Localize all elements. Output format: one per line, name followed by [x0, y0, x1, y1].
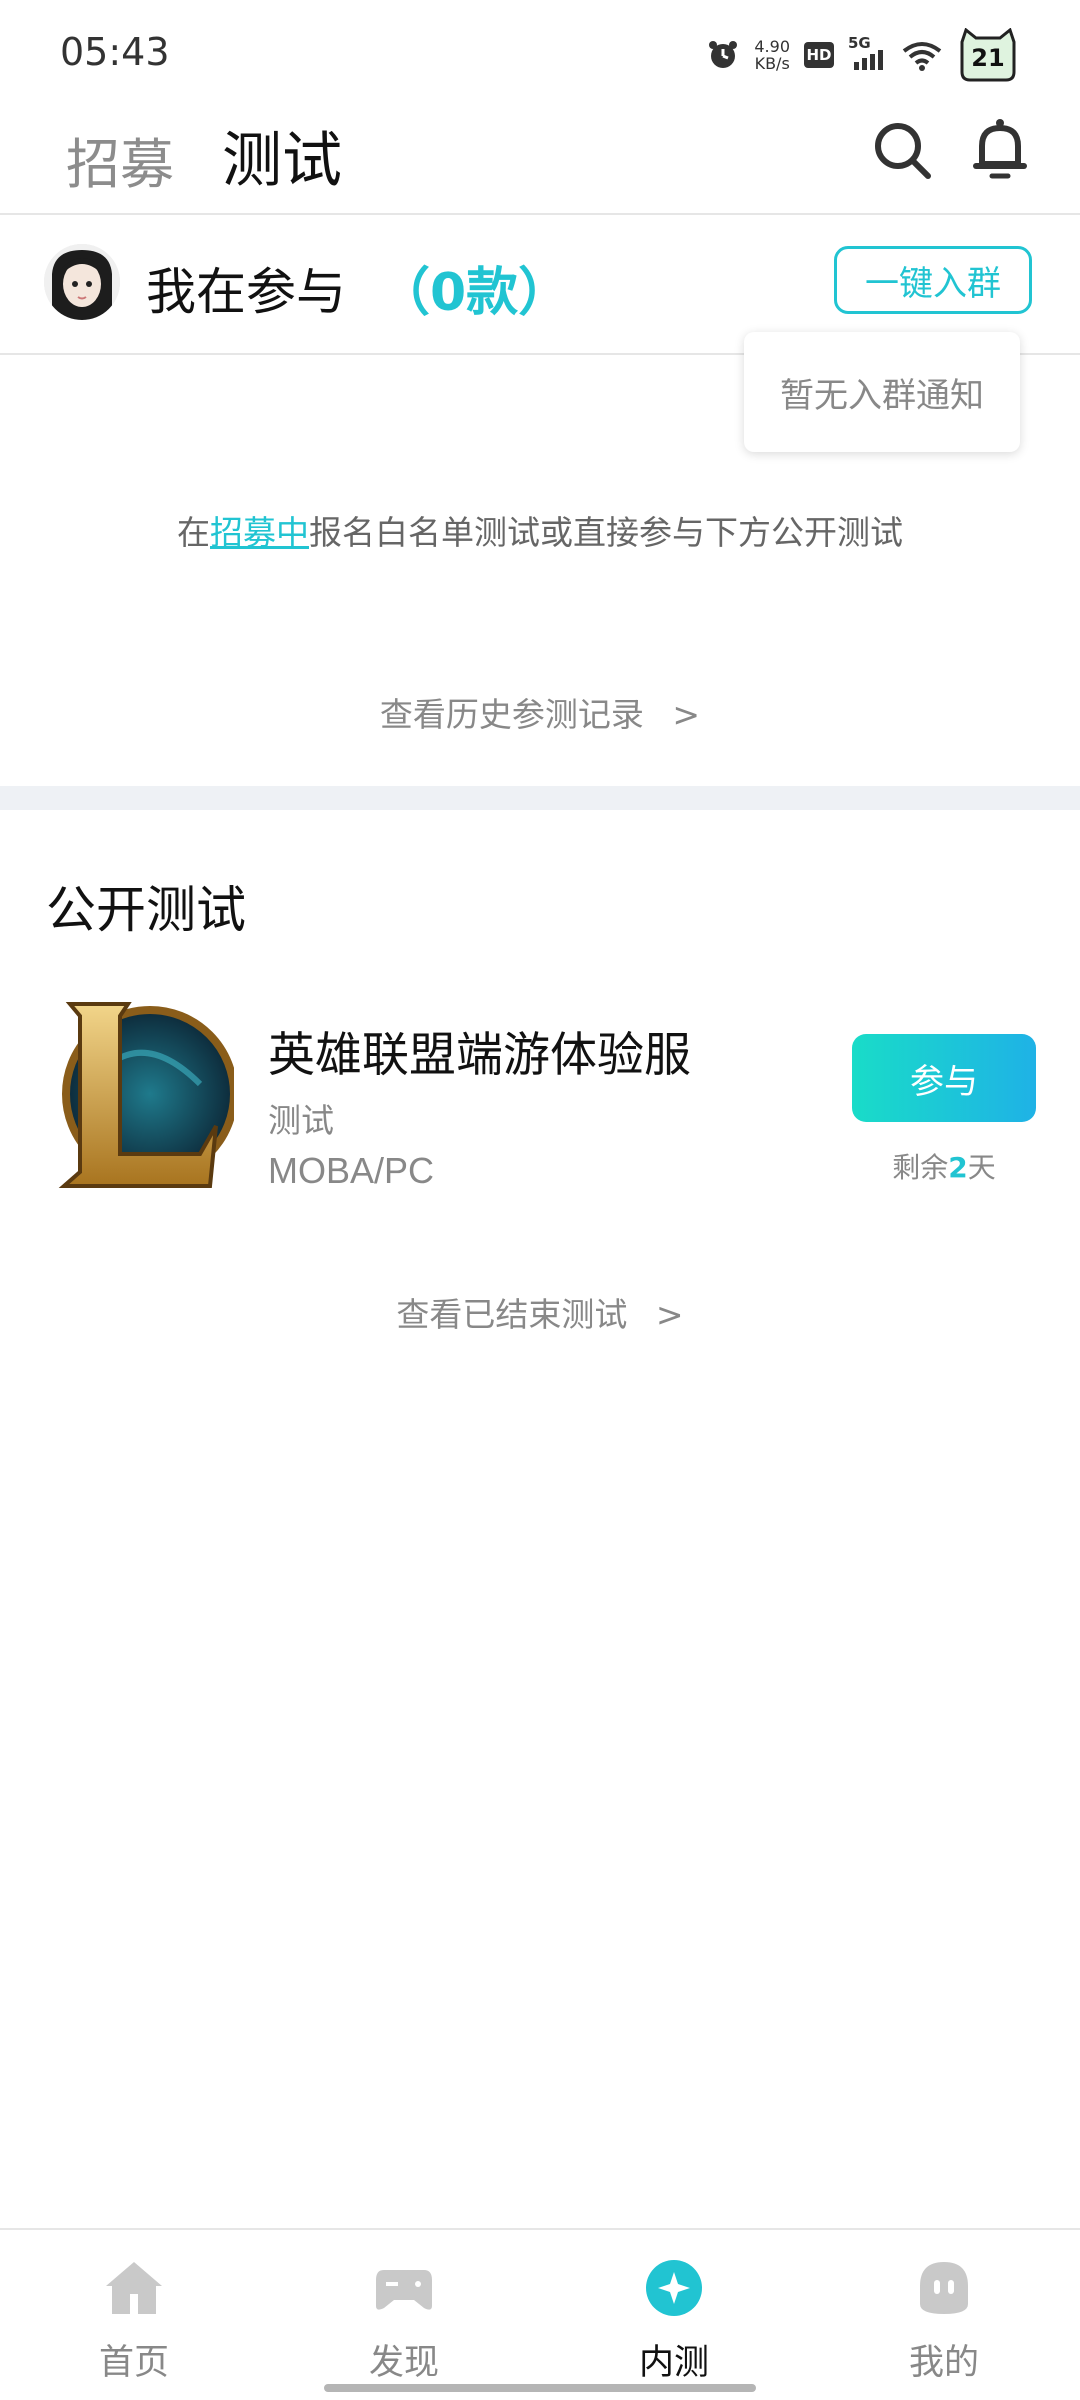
- nav-label-beta: 内测: [638, 2343, 709, 2383]
- tab-recruit[interactable]: 招募: [66, 120, 174, 199]
- speed-value: 4.90: [754, 37, 790, 56]
- network-type: 5G: [848, 34, 871, 52]
- hint-prefix: 在: [177, 513, 210, 552]
- nav-item-profile[interactable]: 我的: [864, 2256, 1024, 2385]
- status-time: 05:43: [60, 30, 170, 74]
- game-name[interactable]: 英雄联盟端游体验服: [268, 1016, 691, 1085]
- battery-level: 21: [971, 44, 1005, 72]
- bottom-nav-divider: [0, 2228, 1080, 2230]
- avatar-image: [44, 244, 120, 320]
- empty-hint: 在招募中报名白名单测试或直接参与下方公开测试: [0, 506, 1080, 554]
- league-of-legends-logo-icon[interactable]: [50, 994, 234, 1194]
- nav-label-discover: 发现: [368, 2343, 439, 2383]
- game-tag: 测试: [268, 1101, 334, 1140]
- section-separator: [0, 786, 1080, 810]
- beta-test-icon: [646, 2260, 702, 2316]
- remaining-prefix: 剩余: [892, 1151, 949, 1184]
- alarm-icon: [709, 41, 738, 68]
- nav-label-profile: 我的: [908, 2343, 979, 2383]
- profile-icon: [920, 2262, 968, 2314]
- bell-icon[interactable]: [968, 116, 1032, 180]
- header-divider: [0, 213, 1080, 215]
- ended-tests-link[interactable]: 查看已结束测试 >: [0, 1288, 1080, 1336]
- nav-item-discover[interactable]: 发现: [324, 2256, 484, 2385]
- home-icon: [106, 2262, 162, 2314]
- game-category: MOBA/PC: [268, 1150, 435, 1191]
- nav-item-home[interactable]: 首页: [54, 2256, 214, 2385]
- network-speed: 4.90 KB/s: [754, 38, 790, 72]
- avatar[interactable]: [44, 244, 120, 320]
- nav-item-beta[interactable]: 内测: [594, 2256, 754, 2385]
- chevron-right-icon: >: [672, 695, 701, 734]
- history-records-link[interactable]: 查看历史参测记录 >: [0, 688, 1080, 736]
- participating-label: 我在参与: [146, 263, 346, 321]
- cellular-signal: 5G: [848, 34, 888, 72]
- remaining-days: 剩余2天: [852, 1146, 1036, 1186]
- gamepad-icon: [376, 2270, 432, 2310]
- tab-test[interactable]: 测试: [222, 112, 342, 199]
- join-test-button[interactable]: 参与: [852, 1034, 1036, 1122]
- hint-suffix: 报名白名单测试或直接参与下方公开测试: [309, 513, 903, 552]
- nav-label-home: 首页: [98, 2343, 169, 2383]
- popup-text: 暂无入群通知: [780, 375, 984, 416]
- search-icon[interactable]: [870, 118, 934, 182]
- home-indicator[interactable]: [324, 2384, 756, 2392]
- speed-unit: KB/s: [754, 54, 790, 73]
- public-tests-title: 公开测试: [46, 881, 246, 939]
- remaining-suffix: 天: [967, 1151, 996, 1184]
- status-icons: 4.90 KB/s HD 5G 21: [706, 27, 1020, 82]
- chevron-right-icon: >: [655, 1295, 684, 1334]
- group-notification-popup: 暂无入群通知: [744, 332, 1020, 452]
- recruiting-link[interactable]: 招募中: [210, 513, 309, 552]
- remaining-days-value: 2: [948, 1151, 968, 1184]
- wifi-icon: [902, 42, 942, 71]
- battery-indicator: 21: [956, 27, 1020, 82]
- history-link-label: 查看历史参测记录: [379, 695, 644, 734]
- join-group-button[interactable]: 一键入群: [834, 246, 1032, 314]
- ended-link-label: 查看已结束测试: [396, 1295, 628, 1334]
- participating-count: （0款）: [378, 263, 571, 323]
- hd-badge: HD: [804, 42, 834, 68]
